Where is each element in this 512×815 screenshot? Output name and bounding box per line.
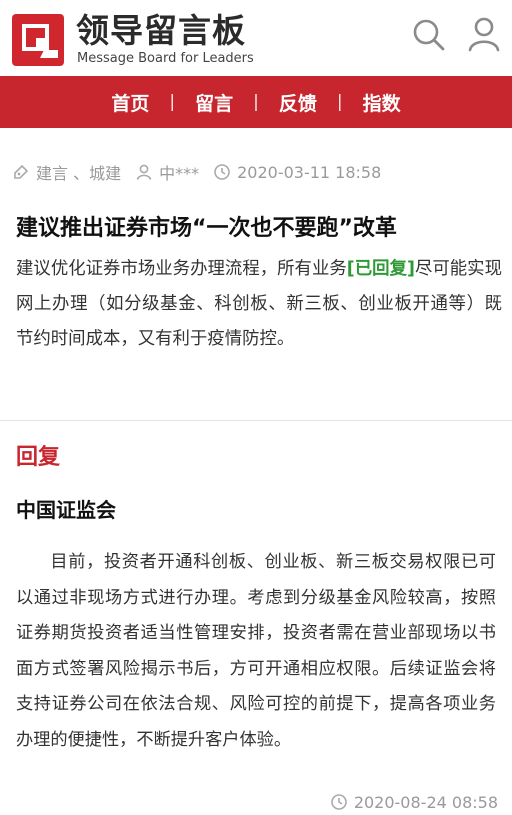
nav-separator: | bbox=[336, 92, 343, 112]
clock-icon bbox=[214, 164, 230, 180]
reply-heading: 回复 bbox=[16, 445, 61, 470]
app-header: 领导留言板 Message Board for Leaders bbox=[0, 0, 512, 75]
post-body-lead: 建议优化证券市场业务办理流程，所有业务 bbox=[16, 259, 347, 279]
reply-date: 2020-08-24 08:58 bbox=[330, 789, 498, 815]
nav-index[interactable]: 指数 bbox=[343, 89, 421, 116]
user-icon bbox=[136, 164, 152, 180]
main-nav: 首页 | 留言 | 反馈 | 指数 bbox=[0, 76, 512, 128]
post-category: 建言 、城建 bbox=[36, 164, 122, 183]
search-icon[interactable] bbox=[408, 14, 448, 54]
app-subtitle: Message Board for Leaders bbox=[77, 51, 254, 66]
tag-icon bbox=[14, 164, 29, 179]
nav-separator: | bbox=[169, 92, 176, 112]
reply-datetime: 2020-08-24 08:58 bbox=[353, 792, 498, 812]
post-meta: 建言 、城建 中*** 2020-03-11 18:58 bbox=[12, 158, 381, 186]
section-divider bbox=[0, 420, 512, 421]
post-title: 建议推出证券市场“一次也不要跑”改革 bbox=[16, 216, 397, 241]
nav-feedback[interactable]: 反馈 bbox=[259, 89, 337, 116]
nav-messages[interactable]: 留言 bbox=[175, 89, 253, 116]
app-title: 领导留言板 bbox=[76, 11, 246, 50]
reply-org: 中国证监会 bbox=[16, 498, 116, 522]
post-author: 中*** bbox=[159, 164, 200, 183]
nav-separator: | bbox=[253, 92, 259, 112]
clock-icon bbox=[331, 794, 347, 810]
nav-home[interactable]: 首页 bbox=[91, 89, 169, 116]
user-icon[interactable] bbox=[464, 14, 504, 54]
post-body: 建议优化证券市场业务办理流程，所有业务[已回复]尽可能实现网上办理（如分级基金、… bbox=[16, 252, 502, 357]
logo-icon[interactable] bbox=[12, 14, 64, 66]
status-badge: [已回复] bbox=[346, 259, 415, 279]
post-datetime: 2020-03-11 18:58 bbox=[237, 162, 382, 182]
reply-body: 目前，投资者开通科创板、创业板、新三板交易权限已可以通过非现场方式进行办理。考虑… bbox=[16, 552, 496, 750]
